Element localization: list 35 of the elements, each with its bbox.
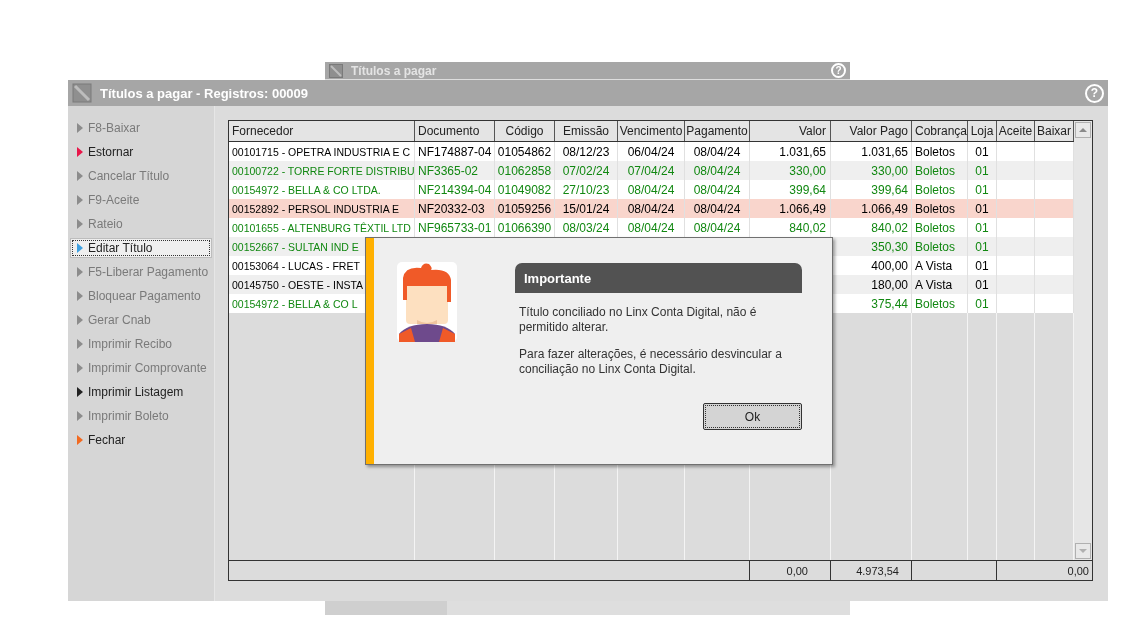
column-header[interactable]: Valor Pago: [831, 121, 912, 141]
column-header[interactable]: Código: [495, 121, 555, 141]
column-header[interactable]: Loja: [968, 121, 997, 141]
dialog-message: Para fazer alterações, é necessário desvincular a conciliação no Linx Conta Digital.: [519, 347, 783, 377]
total-cell: 4.973,54: [831, 561, 912, 580]
dialog-title: Importante: [515, 263, 802, 293]
sidebar-item[interactable]: Imprimir Listagem: [70, 382, 212, 402]
window-title: Títulos a pagar - Registros: 00009: [100, 85, 310, 101]
column-header[interactable]: Vencimento: [618, 121, 685, 141]
window-icon: [72, 83, 92, 103]
column-header[interactable]: Documento: [415, 121, 495, 141]
total-cell-text: 0,00: [1066, 563, 1090, 579]
sidebar-item[interactable]: Fechar: [70, 430, 212, 450]
column-header[interactable]: Pagamento: [685, 121, 750, 141]
scroll-bar[interactable]: [1074, 121, 1092, 560]
table-cell: 01: [968, 294, 997, 313]
table-row[interactable]: 00101715 - OPETRA INDUSTRIA E C NF174887-04 01054862 08/12/23 06/04/24 08/04/24 1.031,65 1.031,65 Boletos 01: [229, 142, 1074, 161]
dialog-message: Título conciliado no Linx Conta Digital, não é permitido alterar.: [519, 305, 758, 335]
column-header[interactable]: Emissão: [555, 121, 618, 141]
column-header[interactable]: Valor: [750, 121, 831, 141]
table-row[interactable]: 00100722 - TORRE FORTE DISTRIBU NF3365-02 01062858 07/02/24 07/04/24 08/04/24 330,00 330,00 Boletos 01: [229, 161, 1074, 180]
column-header[interactable]: Fornecedor: [229, 121, 415, 141]
column-header[interactable]: Cobrança: [912, 121, 968, 141]
column-header[interactable]: Aceite: [997, 121, 1035, 141]
ok-button[interactable]: Ok: [703, 403, 802, 430]
table-row[interactable]: 00152892 - PERSOL INDUSTRIA E NF20332-03 01059256 15/01/24 08/04/24 08/04/24 1.066,49 1.066,49 Boletos 01: [229, 199, 1074, 218]
sidebar-item[interactable]: Editar Título: [70, 238, 212, 258]
window-title: Títulos a pagar: [351, 63, 438, 78]
table-row[interactable]: 00101655 - ALTENBURG TÊXTIL LTD NF965733-01 01066390 08/03/24 08/04/24 08/04/24 840,02 840,02 Boletos 01: [229, 218, 1074, 237]
total-cell: 0,00: [750, 561, 831, 580]
window-icon: [329, 63, 343, 78]
table-row[interactable]: 00154972 - BELLA & CO LTDA. NF214394-04 01049082 27/10/23 08/04/24 08/04/24 399,64 399,64 Boletos 01: [229, 180, 1074, 199]
column-header[interactable]: Baixar: [1035, 121, 1074, 141]
table-cell: Boletos: [912, 294, 968, 313]
sidebar-item[interactable]: Estornar: [70, 142, 212, 162]
